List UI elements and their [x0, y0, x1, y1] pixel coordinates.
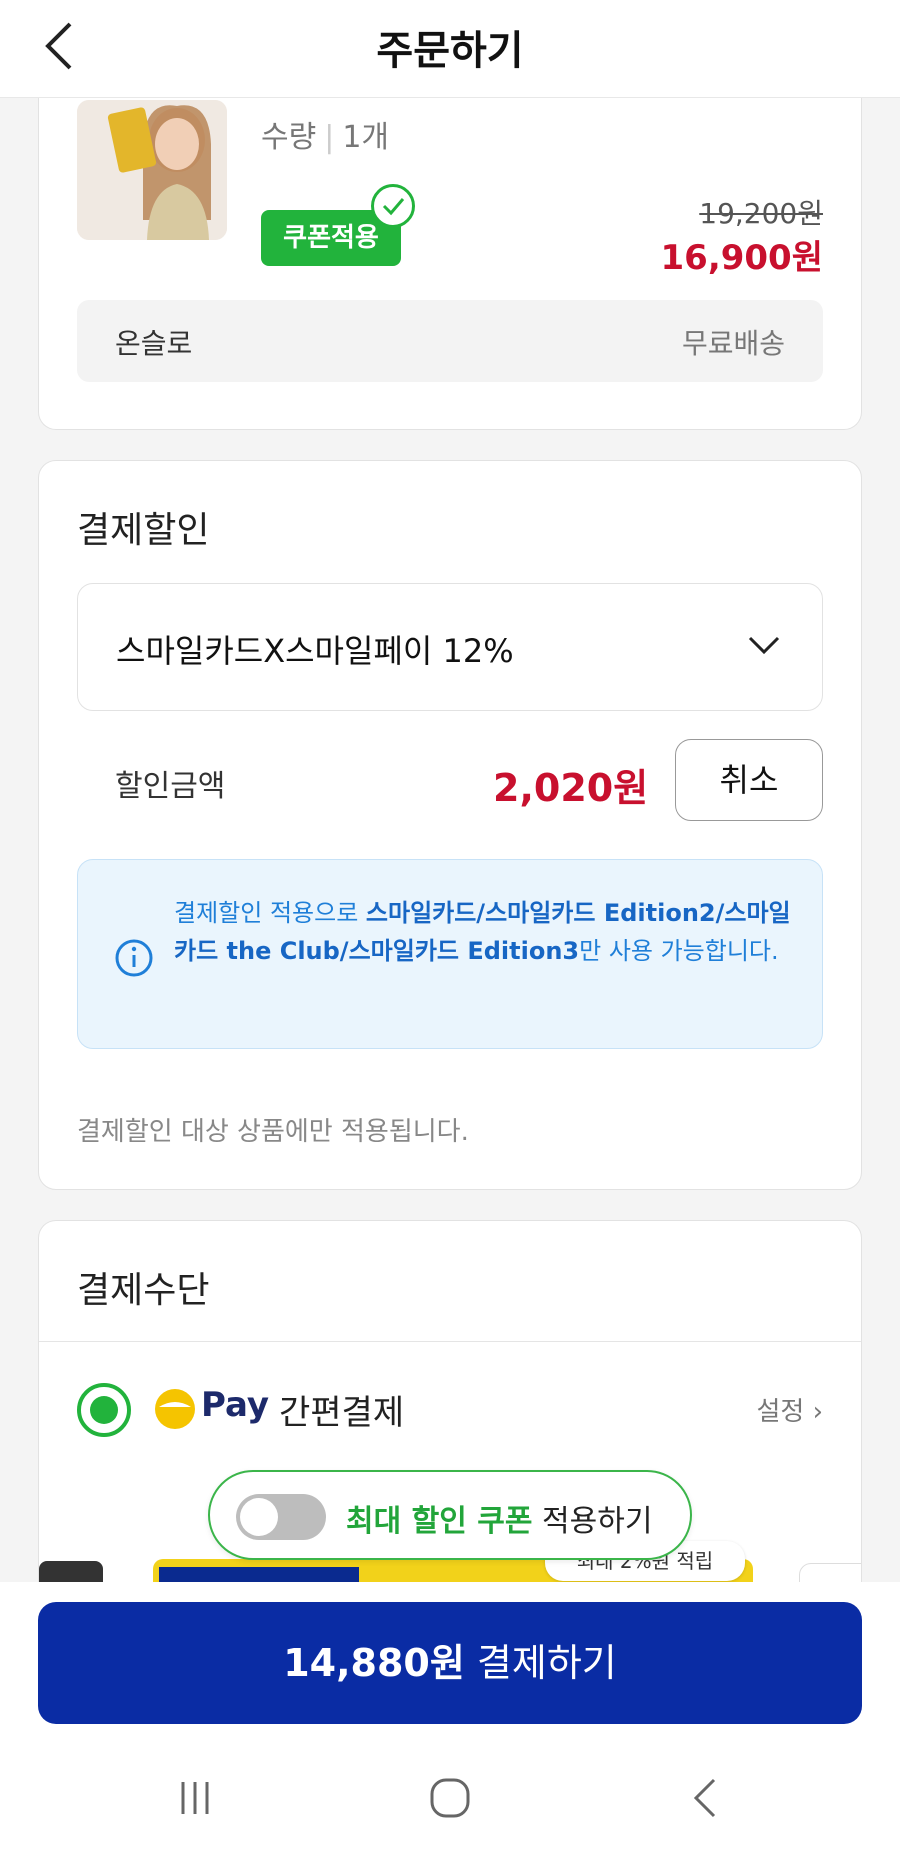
- checkout-button[interactable]: 14,880원 결제하기: [38, 1602, 862, 1724]
- section-title: 결제할인: [77, 510, 210, 551]
- discount-note: 결제할인 대상 상품에만 적용됩니다.: [77, 1117, 469, 1147]
- max-coupon-toggle[interactable]: 최대 할인 쿠폰 적용하기: [208, 1470, 692, 1560]
- sale-price: 16,900원: [660, 238, 823, 278]
- info-icon: [114, 938, 154, 978]
- checkout-amount: 14,880원: [283, 1641, 465, 1685]
- discount-amount: 2,020원: [493, 766, 649, 810]
- coupon-toggle-label: 최대 할인 쿠폰 적용하기: [346, 1496, 652, 1540]
- discount-select[interactable]: 스마일카드X스마일페이 12%: [77, 583, 823, 711]
- smile-pay-logo-icon: [153, 1387, 197, 1431]
- payment-discount-card: 결제할인 스마일카드X스마일페이 12% 할인금액 2,020원 취소 결제할인…: [38, 460, 862, 1190]
- pay-method-name: 간편결제: [279, 1393, 405, 1433]
- section-title: 결제수단: [77, 1270, 210, 1311]
- pay-brand: Pay: [201, 1385, 270, 1425]
- page-title: 주문하기: [376, 28, 524, 74]
- info-text: 결제할인 적용으로 스마일카드/스마일카드 Edition2/스마일카드 the…: [174, 894, 794, 970]
- coupon-toggle-highlight: 최대 할인 쿠폰: [346, 1504, 533, 1539]
- shipping-fee: 무료배송: [681, 327, 785, 360]
- cancel-discount-button[interactable]: 취소: [675, 739, 823, 821]
- order-product-card: 수량 | 1개 쿠폰적용 19,200원 16,900원 온슬로 무료배송: [38, 60, 862, 430]
- chevron-down-icon: [744, 628, 784, 664]
- coupon-toggle-suffix: 적용하기: [532, 1504, 653, 1539]
- info-text-suffix: 만 사용 가능합니다.: [579, 937, 779, 965]
- recent-apps-icon[interactable]: [165, 1768, 225, 1828]
- quantity-value: 1개: [342, 120, 389, 155]
- back-nav-icon[interactable]: [676, 1768, 736, 1828]
- discount-amount-label: 할인금액: [115, 769, 226, 804]
- quantity: 수량 | 1개: [261, 120, 389, 155]
- discount-select-value: 스마일카드X스마일페이 12%: [116, 632, 514, 670]
- checkout-bar: 14,880원 결제하기: [0, 1582, 900, 1738]
- divider: [39, 1341, 861, 1342]
- toggle-switch[interactable]: [236, 1494, 326, 1540]
- product-thumbnail[interactable]: [77, 100, 227, 240]
- info-text-prefix: 결제할인 적용으로: [174, 899, 366, 927]
- seller-name: 온슬로: [115, 327, 193, 360]
- home-icon[interactable]: [420, 1768, 480, 1828]
- original-price: 19,200원: [699, 197, 823, 230]
- smile-pay-radio[interactable]: [77, 1383, 131, 1437]
- payment-method-card: 결제수단 Pay 간편결제 설정 › 최대 2%원 적립: [38, 1220, 862, 1620]
- shipping-info: 온슬로 무료배송: [77, 300, 823, 382]
- quantity-label: 수량: [261, 120, 317, 155]
- app-header: 주문하기: [0, 0, 900, 98]
- discount-info-notice: 결제할인 적용으로 스마일카드/스마일카드 Edition2/스마일카드 the…: [77, 859, 823, 1049]
- check-icon: [371, 184, 415, 228]
- checkout-label: 결제하기: [464, 1641, 617, 1685]
- settings-link[interactable]: 설정 ›: [756, 1391, 823, 1428]
- system-navigation-bar: [0, 1738, 900, 1855]
